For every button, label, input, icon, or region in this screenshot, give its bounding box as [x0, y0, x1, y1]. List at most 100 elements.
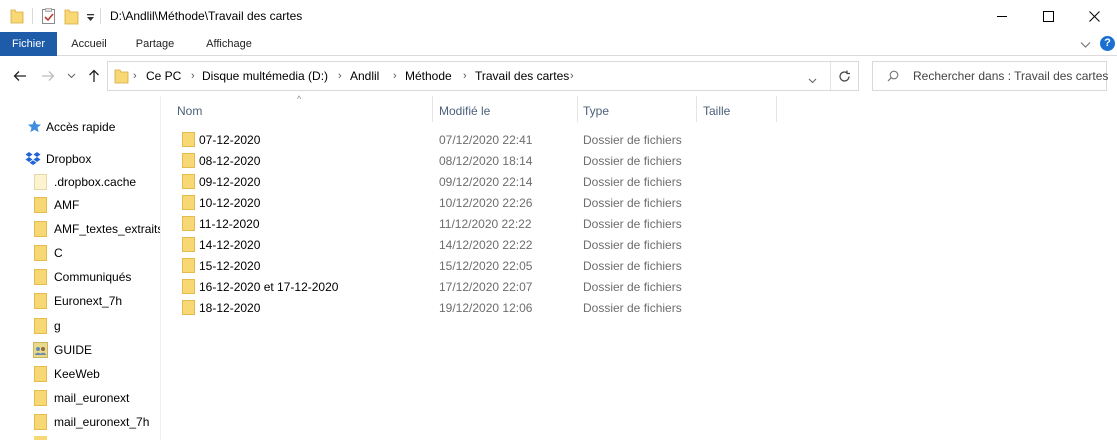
back-button[interactable] [10, 66, 30, 86]
tab-partage[interactable]: Partage [124, 32, 186, 56]
sidebar-item-label: Dropbox [46, 152, 92, 166]
column-header-modified[interactable]: Modifié le [433, 96, 577, 122]
help-button[interactable]: ? [1100, 36, 1115, 51]
folder-icon [34, 197, 47, 216]
folder-icon [182, 237, 195, 255]
customize-toolbar-icon[interactable] [86, 12, 95, 30]
table-row[interactable]: 18-12-2020 19/12/2020 12:06 Dossier de fic… [176, 297, 776, 318]
refresh-button[interactable] [830, 62, 858, 90]
up-button[interactable] [84, 66, 104, 86]
sidebar-item-label: C [54, 246, 63, 260]
tab-accueil[interactable]: Accueil [58, 32, 120, 56]
sidebar-item-mail-euronext-7h[interactable]: mail_euronext_7h [0, 411, 160, 433]
folder-icon [34, 269, 47, 288]
file-name: 09-12-2020 [199, 175, 261, 189]
refresh-icon [839, 70, 850, 82]
file-modified: 08/12/2020 18:14 [439, 154, 533, 168]
table-row[interactable]: 11-12-2020 11/12/2020 22:22 Dossier de fic… [176, 213, 776, 234]
column-header-type[interactable]: Type [578, 96, 696, 122]
table-row[interactable]: 09-12-2020 09/12/2020 22:14 Dossier de fic… [176, 171, 776, 192]
search-box[interactable]: Rechercher dans : Travail des cartes [872, 61, 1108, 91]
file-modified: 14/12/2020 22:22 [439, 238, 533, 252]
minimize-button[interactable] [979, 0, 1025, 32]
sidebar-item-communiques[interactable]: Communiqués [0, 266, 160, 288]
file-modified: 07/12/2020 22:41 [439, 133, 533, 147]
file-modified: 09/12/2020 22:14 [439, 175, 533, 189]
table-row[interactable]: 07-12-2020 07/12/2020 22:41 Dossier de fic… [176, 129, 776, 150]
sidebar-item-euronext-7h[interactable]: Euronext_7h [0, 290, 160, 312]
breadcrumb-disque[interactable]: Disque multémedia (D:) [202, 69, 328, 83]
address-dropdown-icon[interactable] [808, 73, 817, 87]
search-input[interactable]: Rechercher dans : Travail des cartes [913, 69, 1108, 83]
table-row[interactable]: 14-12-2020 14/12/2020 22:22 Dossier de fic… [176, 234, 776, 255]
sidebar-item-dropbox[interactable]: Dropbox [0, 148, 160, 170]
file-name: 16-12-2020 et 17-12-2020 [199, 280, 339, 294]
folder-icon [182, 300, 195, 318]
file-name: 11-12-2020 [199, 217, 260, 231]
sidebar-item-label: mail_euronext_7h [54, 415, 150, 429]
breadcrumb-travail-des-cartes[interactable]: Travail des cartes [475, 69, 569, 83]
folder-icon [34, 245, 47, 264]
tab-affichage[interactable]: Affichage [192, 32, 266, 56]
file-name: 15-12-2020 [199, 259, 261, 273]
up-arrow-icon [89, 69, 99, 82]
navigation-pane[interactable]: Accès rapide Dropbox .dropbox.cache AMF … [0, 96, 160, 440]
column-divider[interactable] [776, 96, 777, 122]
table-row[interactable]: 10-12-2020 10/12/2020 22:26 Dossier de fic… [176, 192, 776, 213]
breadcrumb-separator-icon: › [463, 70, 467, 82]
table-row[interactable]: 15-12-2020 15/12/2020 22:05 Dossier de fic… [176, 255, 776, 276]
sidebar-item-g[interactable]: g [0, 315, 160, 337]
ribbon-tabs: Fichier Accueil Partage Affichage ? [0, 32, 1117, 56]
file-type: Dossier de fichiers [583, 280, 682, 294]
sidebar-item-c[interactable]: C [0, 242, 160, 264]
column-header-name[interactable]: Nom [170, 96, 432, 122]
file-modified: 11/12/2020 22:22 [439, 217, 532, 231]
breadcrumb-methode[interactable]: Méthode [405, 69, 452, 83]
expand-ribbon-icon[interactable] [1080, 38, 1091, 52]
table-row[interactable]: 16-12-2020 et 17-12-2020 17/12/2020 22:07… [176, 276, 776, 297]
sidebar-item-label: GUIDE [54, 343, 93, 357]
sidebar-item-label: KeeWeb [54, 367, 100, 381]
close-button[interactable] [1071, 0, 1117, 32]
breadcrumb-separator-icon: › [338, 70, 342, 82]
file-modified: 10/12/2020 22:26 [439, 196, 533, 210]
folder-icon [182, 174, 195, 192]
breadcrumb-andlil[interactable]: Andlil [350, 69, 379, 83]
breadcrumb-separator-icon: › [133, 70, 137, 82]
file-name: 10-12-2020 [199, 196, 261, 210]
sidebar-item-guide[interactable]: GUIDE [0, 339, 160, 361]
recent-locations-button[interactable] [64, 66, 78, 86]
tab-fichier[interactable]: Fichier [0, 32, 57, 56]
new-folder-icon[interactable] [64, 8, 79, 26]
file-modified: 19/12/2020 12:06 [439, 301, 533, 315]
sidebar-item-acces-rapide[interactable]: Accès rapide [0, 116, 160, 138]
star-icon [27, 119, 42, 137]
folder-icon [182, 132, 195, 150]
column-header-size[interactable]: Taille [697, 96, 777, 122]
file-type: Dossier de fichiers [583, 301, 682, 315]
folder-icon [34, 414, 47, 433]
divider [32, 8, 33, 24]
maximize-button[interactable] [1025, 0, 1071, 32]
file-type: Dossier de fichiers [583, 196, 682, 210]
forward-button[interactable] [38, 66, 58, 86]
forward-arrow-icon [42, 71, 55, 81]
file-name: 14-12-2020 [199, 238, 261, 252]
sidebar-item-dropbox-cache[interactable]: .dropbox.cache [0, 171, 160, 193]
column-header-label: Nom [177, 104, 203, 118]
sidebar-item-mail-euronext[interactable]: mail_euronext [0, 387, 160, 409]
file-type: Dossier de fichiers [583, 259, 682, 273]
address-bar[interactable]: › Ce PC › Disque multémedia (D:) › Andli… [107, 61, 859, 91]
sidebar-item-amf-textes-extraits[interactable]: AMF_textes_extraits [0, 218, 160, 240]
properties-icon[interactable] [41, 8, 56, 26]
sidebar-item-amf[interactable]: AMF [0, 194, 160, 216]
sidebar-item-label: .dropbox.cache [54, 175, 137, 189]
back-arrow-icon [13, 71, 26, 81]
table-row[interactable]: 08-12-2020 08/12/2020 18:14 Dossier de fic… [176, 150, 776, 171]
sidebar-item-keeweb[interactable]: KeeWeb [0, 363, 160, 385]
folder-icon [34, 366, 47, 385]
folder-icon [34, 436, 47, 440]
breadcrumb-ce-pc[interactable]: Ce PC [146, 69, 181, 83]
folder-icon [182, 153, 195, 171]
breadcrumb-separator-icon: › [570, 70, 574, 82]
